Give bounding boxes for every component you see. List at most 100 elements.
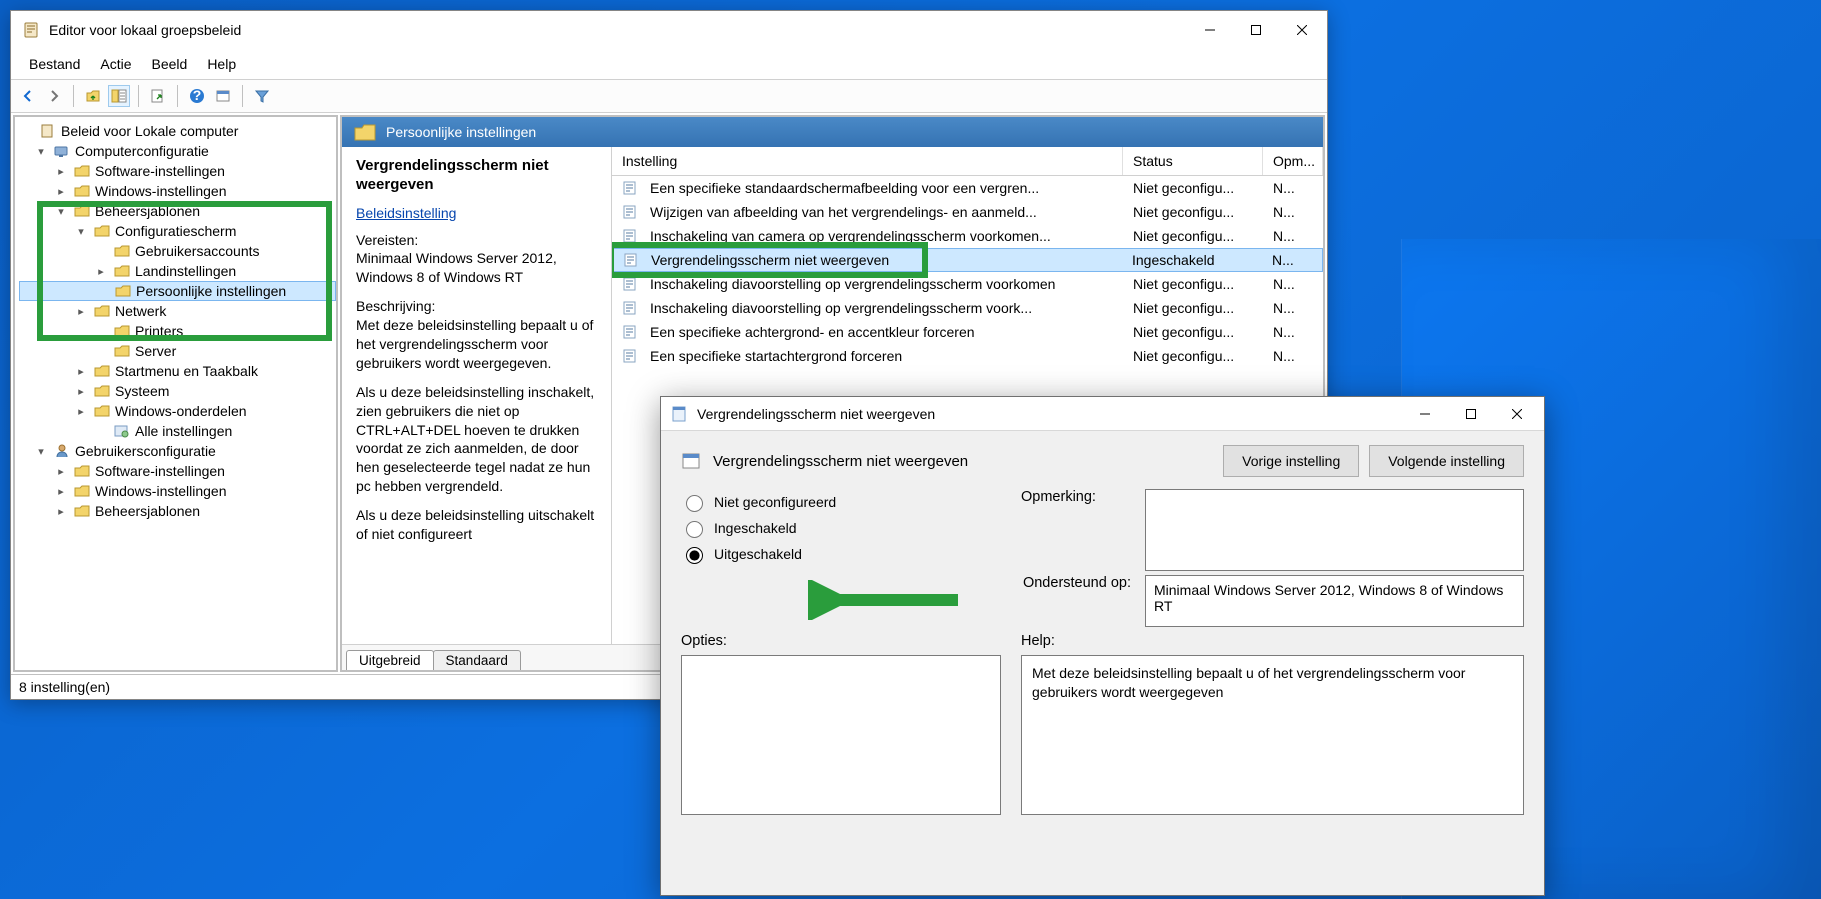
dialog-close-button[interactable] — [1494, 398, 1540, 430]
filter-icon[interactable] — [251, 85, 273, 107]
col-instelling[interactable]: Instelling — [612, 147, 1123, 175]
close-button[interactable] — [1279, 14, 1325, 46]
dialog-maximize-button[interactable] — [1448, 398, 1494, 430]
col-opmerking[interactable]: Opm... — [1263, 147, 1323, 175]
setting-icon — [620, 300, 640, 316]
tree-systeem[interactable]: ▸Systeem — [19, 381, 336, 401]
help-text: Met deze beleidsinstelling bepaalt u of … — [1032, 665, 1465, 700]
ondersteund-label: Ondersteund op: — [1021, 575, 1131, 627]
up-folder-icon[interactable] — [82, 85, 104, 107]
radio-label: Uitgeschakeld — [714, 546, 802, 562]
properties-icon[interactable] — [212, 85, 234, 107]
radio-label: Niet geconfigureerd — [714, 494, 836, 510]
tree-label: Software-instellingen — [95, 163, 225, 179]
radio-enabled[interactable]: Ingeschakeld — [681, 515, 1001, 541]
list-row[interactable]: Inschakeling diavoorstelling op vergrend… — [612, 272, 1323, 296]
tree-startmenu[interactable]: ▸Startmenu en Taakbalk — [19, 361, 336, 381]
tree-software2[interactable]: ▸Software-instellingen — [19, 461, 336, 481]
menu-beeld[interactable]: Beeld — [142, 52, 198, 76]
minimize-button[interactable] — [1187, 14, 1233, 46]
dialog-header-icon — [681, 451, 703, 471]
tree-beheersjablonen2[interactable]: ▸Beheersjablonen — [19, 501, 336, 521]
setting-name: Een specifieke startachtergrond forceren — [640, 346, 1123, 366]
maximize-button[interactable] — [1233, 14, 1279, 46]
tree-pane[interactable]: Beleid voor Lokale computer ▾Computercon… — [13, 115, 338, 672]
radio-disabled[interactable]: Uitgeschakeld — [681, 541, 1001, 567]
tree-land[interactable]: ▸Landinstellingen — [19, 261, 336, 281]
opties-box[interactable] — [681, 655, 1001, 815]
beleidsinstelling-link[interactable]: Beleidsinstelling — [356, 205, 456, 221]
prev-setting-button[interactable]: Vorige instelling — [1223, 445, 1359, 477]
tree-netwerk[interactable]: ▸Netwerk — [19, 301, 336, 321]
description-column: Vergrendelingsscherm niet weergeven Bele… — [342, 147, 612, 644]
header-folder-icon — [354, 123, 376, 141]
setting-opm: N... — [1263, 274, 1323, 294]
tree-label: Windows-onderdelen — [115, 403, 247, 419]
setting-icon — [620, 276, 640, 292]
list-row[interactable]: Een specifieke standaardschermafbeelding… — [612, 176, 1323, 200]
tree-persoonlijke[interactable]: Persoonlijke instellingen — [19, 281, 336, 301]
list-row[interactable]: Een specifieke achtergrond- en accentkle… — [612, 320, 1323, 344]
tree-computerconfig[interactable]: ▾Computerconfiguratie — [19, 141, 336, 161]
menu-actie[interactable]: Actie — [90, 52, 141, 76]
tree-config[interactable]: ▾Configuratiescherm — [19, 221, 336, 241]
content-header-label: Persoonlijke instellingen — [386, 124, 536, 140]
setting-opm: N... — [1262, 250, 1322, 270]
tree-software1[interactable]: ▸Software-instellingen — [19, 161, 336, 181]
setting-status: Niet geconfigu... — [1123, 322, 1263, 342]
setting-name: Vergrendelingsscherm niet weergeven — [641, 250, 1122, 270]
help-box[interactable]: Met deze beleidsinstelling bepaalt u of … — [1021, 655, 1524, 815]
setting-name: Een specifieke achtergrond- en accentkle… — [640, 322, 1123, 342]
treelist-toggle-icon[interactable] — [108, 85, 130, 107]
app-icon — [23, 21, 41, 39]
list-row[interactable]: Inschakeling diavoorstelling op vergrend… — [612, 296, 1323, 320]
tree-label: Landinstellingen — [135, 263, 236, 279]
opmerking-textarea[interactable] — [1145, 489, 1524, 571]
tree-gebruikersconfig[interactable]: ▾Gebruikersconfiguratie — [19, 441, 336, 461]
setting-status: Niet geconfigu... — [1123, 178, 1263, 198]
back-icon[interactable] — [17, 85, 39, 107]
tree-server[interactable]: Server — [19, 341, 336, 361]
tree-label: Windows-instellingen — [95, 483, 227, 499]
help-icon[interactable]: ? — [186, 85, 208, 107]
tree-label: Netwerk — [115, 303, 166, 319]
toolbar: ? — [11, 79, 1327, 113]
vereisten-text: Minimaal Windows Server 2012, Windows 8 … — [356, 250, 557, 285]
tree-windows1[interactable]: ▸Windows-instellingen — [19, 181, 336, 201]
radio-notconfigured[interactable]: Niet geconfigureerd — [681, 489, 1001, 515]
tree-alle[interactable]: Alle instellingen — [19, 421, 336, 441]
menu-help[interactable]: Help — [197, 52, 246, 76]
setting-status: Ingeschakeld — [1122, 250, 1262, 270]
tree-gebruikers[interactable]: Gebruikersaccounts — [19, 241, 336, 261]
tree-label: Persoonlijke instellingen — [136, 283, 286, 299]
list-row[interactable]: Wijzigen van afbeelding van het vergrend… — [612, 200, 1323, 224]
tree-root[interactable]: Beleid voor Lokale computer — [19, 121, 336, 141]
next-setting-button[interactable]: Volgende instelling — [1369, 445, 1524, 477]
tree-label: Alle instellingen — [135, 423, 232, 439]
setting-opm: N... — [1263, 178, 1323, 198]
setting-opm: N... — [1263, 202, 1323, 222]
tree-windows2[interactable]: ▸Windows-instellingen — [19, 481, 336, 501]
dialog-minimize-button[interactable] — [1402, 398, 1448, 430]
setting-status: Niet geconfigu... — [1123, 346, 1263, 366]
content-header: Persoonlijke instellingen — [342, 117, 1323, 147]
tree-label: Gebruikersconfiguratie — [75, 443, 216, 459]
tree-windowsond[interactable]: ▸Windows-onderdelen — [19, 401, 336, 421]
tab-uitgebreid[interactable]: Uitgebreid — [346, 650, 434, 670]
setting-opm: N... — [1263, 346, 1323, 366]
tree-beheersjablonen[interactable]: ▾Beheersjablonen — [19, 201, 336, 221]
setting-icon — [620, 324, 640, 340]
help-label: Help: — [1021, 633, 1524, 649]
export-icon[interactable] — [147, 85, 169, 107]
list-row[interactable]: Inschakeling van camera op vergrendeling… — [612, 224, 1323, 248]
menu-bestand[interactable]: Bestand — [19, 52, 90, 76]
tab-standaard[interactable]: Standaard — [433, 650, 521, 670]
forward-icon[interactable] — [43, 85, 65, 107]
list-row[interactable]: Een specifieke startachtergrond forceren… — [612, 344, 1323, 368]
tree-printers[interactable]: Printers — [19, 321, 336, 341]
col-status[interactable]: Status — [1123, 147, 1263, 175]
list-header: Instelling Status Opm... — [612, 147, 1323, 176]
toolbar-separator — [242, 85, 243, 107]
list-row[interactable]: Vergrendelingsscherm niet weergevenInges… — [612, 248, 1323, 272]
beschrijving-p3: Als u deze beleidsinstelling uitschakelt… — [356, 506, 597, 544]
